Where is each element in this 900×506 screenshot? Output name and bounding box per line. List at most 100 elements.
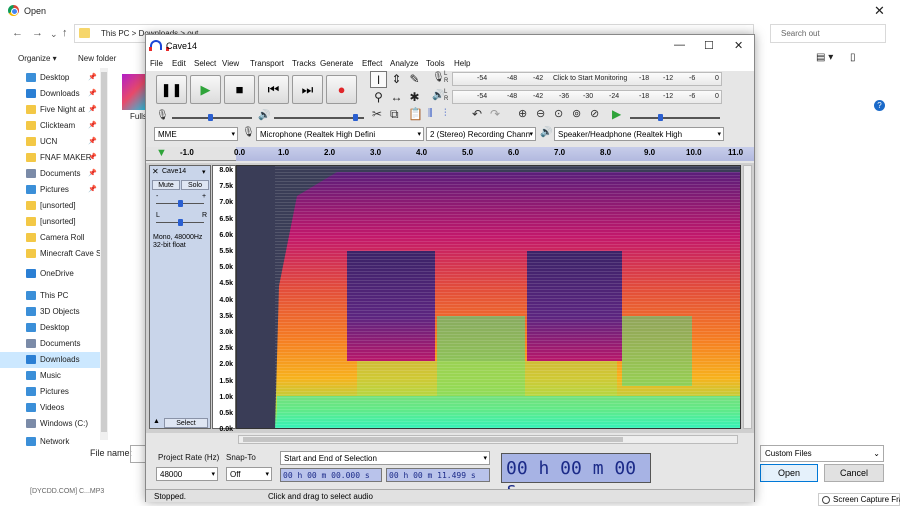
up-arrow-icon[interactable]: ↑	[62, 27, 68, 39]
nav-item[interactable]: Clickteam 📌	[0, 118, 100, 134]
menu-item[interactable]: Generate	[320, 59, 353, 68]
nav-item[interactable]: FNAF MAKER 📌	[0, 150, 100, 166]
redo-icon[interactable]: ↷	[490, 107, 500, 121]
menu-item[interactable]: File	[150, 59, 163, 68]
skip-start-button[interactable]: ⏮	[258, 75, 289, 104]
trim-icon[interactable]: ⫼	[428, 107, 433, 121]
nav-item[interactable]: Documents	[0, 336, 100, 352]
menu-item[interactable]: Tools	[426, 59, 445, 68]
selection-end-time[interactable]: 00 h 00 m 11.499 s	[386, 468, 490, 482]
nav-item[interactable]: 3D Objects	[0, 304, 100, 320]
nav-item[interactable]: [unsorted]	[0, 214, 100, 230]
nav-item[interactable]: Videos	[0, 400, 100, 416]
timeshift-tool[interactable]: ↔	[388, 89, 405, 106]
nav-item[interactable]: OneDrive	[0, 266, 100, 282]
cut-icon[interactable]: ✂	[372, 107, 382, 121]
play-button[interactable]: ▶	[190, 75, 221, 104]
mute-button[interactable]: Mute	[152, 180, 180, 190]
selection-tool[interactable]: I	[370, 71, 387, 88]
fit-project-icon[interactable]: ⊚	[572, 107, 581, 121]
zoom-out-icon[interactable]: ⊖	[536, 107, 545, 121]
selection-mode-select[interactable]: Start and End of Selection ▾	[280, 451, 490, 465]
paste-icon[interactable]: 📋	[408, 107, 423, 121]
pane-icon[interactable]: ▯	[850, 52, 856, 63]
selection-start-time[interactable]: 00 h 00 m 00.000 s	[280, 468, 382, 482]
menu-item[interactable]: Tracks	[292, 59, 316, 68]
nav-item[interactable]: Minecraft Cave S	[0, 246, 101, 262]
maximize-icon[interactable]: ☐	[704, 39, 714, 52]
horizontal-scrollbar[interactable]	[238, 435, 738, 444]
draw-tool[interactable]: ✎	[406, 71, 423, 88]
nav-item[interactable]: UCN 📌	[0, 134, 100, 150]
gain-knob[interactable]	[178, 200, 183, 207]
menu-item[interactable]: Effect	[362, 59, 382, 68]
nav-item[interactable]: Network	[0, 434, 100, 450]
nav-item[interactable]: Music	[0, 368, 100, 384]
file-thumbnail[interactable]	[122, 74, 146, 110]
close-icon[interactable]: ✕	[874, 3, 885, 19]
nav-item[interactable]: Five Night at 📌	[0, 102, 100, 118]
zoom-in-icon[interactable]: ⊕	[518, 107, 527, 121]
taskbar-item[interactable]: [DYCDD.COM] C...MP3	[0, 486, 140, 506]
select-button[interactable]: Select	[164, 418, 208, 428]
input-device-select[interactable]: Microphone (Realtek High Defini ▾	[256, 127, 424, 141]
copy-icon[interactable]: ⧉	[390, 107, 399, 121]
fit-selection-icon[interactable]: ⊙	[554, 107, 563, 121]
vertical-scrollbar[interactable]	[743, 165, 752, 429]
nav-item[interactable]: Desktop 📌	[0, 70, 100, 86]
menu-item[interactable]: Transport	[250, 59, 284, 68]
new-folder-button[interactable]: New folder	[78, 54, 116, 63]
screen-capture-taskbar[interactable]: Screen Capture Fra	[818, 493, 900, 506]
menu-item[interactable]: Edit	[172, 59, 186, 68]
start-monitoring-label[interactable]: Click to Start Monitoring	[553, 75, 627, 82]
multi-tool[interactable]: ✱	[406, 89, 423, 106]
skip-end-button[interactable]: ⏭	[292, 75, 323, 104]
nav-item[interactable]: Desktop	[0, 320, 100, 336]
open-button[interactable]: Open	[760, 464, 818, 482]
pan-knob[interactable]	[178, 219, 183, 226]
minimize-icon[interactable]: —	[674, 39, 685, 51]
close-icon[interactable]: ✕	[734, 39, 743, 52]
menu-item[interactable]: Select	[194, 59, 216, 68]
zoom-tool[interactable]: ⚲	[370, 89, 387, 106]
menu-item[interactable]: View	[222, 59, 239, 68]
audio-position-display[interactable]: 00 h 00 m 00 s	[501, 453, 651, 500]
playback-volume-knob[interactable]	[353, 114, 358, 121]
nav-item[interactable]: This PC	[0, 288, 100, 304]
nav-item[interactable]: [unsorted]	[0, 198, 100, 214]
recording-volume-knob[interactable]	[208, 114, 213, 121]
project-rate-select[interactable]: 48000 ▾	[156, 467, 218, 481]
nav-item[interactable]: Downloads	[0, 352, 100, 368]
snap-to-select[interactable]: Off ▾	[226, 467, 272, 481]
play-speed-knob[interactable]	[658, 114, 663, 121]
host-select[interactable]: MME ▾	[154, 127, 238, 141]
close-track-icon[interactable]: ✕	[152, 167, 159, 176]
collapse-icon[interactable]: ▲	[153, 418, 160, 425]
play-speed-slider[interactable]	[630, 117, 720, 119]
menu-item[interactable]: Analyze	[390, 59, 418, 68]
undo-icon[interactable]: ↶	[472, 107, 482, 121]
channels-select[interactable]: 2 (Stereo) Recording Chann ▾	[426, 127, 536, 141]
speaker-icon[interactable]: 🔊	[432, 89, 444, 103]
nav-scrollbar[interactable]	[100, 68, 108, 440]
record-meter[interactable]: -54 -48 -42 Click to Start Monitoring -1…	[452, 72, 722, 86]
forward-arrow-icon[interactable]: →	[32, 27, 43, 39]
spectrogram[interactable]	[236, 165, 741, 429]
nav-item[interactable]: Pictures	[0, 384, 100, 400]
nav-item[interactable]: Windows (C:)	[0, 416, 100, 432]
stop-button[interactable]: ■	[224, 75, 255, 104]
chevron-down-icon[interactable]: ▾	[202, 168, 206, 176]
zoom-toggle-icon[interactable]: ⊘	[590, 107, 599, 121]
envelope-tool[interactable]: ⇕	[388, 71, 405, 88]
frequency-scale[interactable]: 8.0k 7.5k 7.0k 6.5k 6.0k 5.5k 5.0k 4.5k 4.0k 3.5k…	[212, 165, 236, 433]
nav-item[interactable]: Pictures 📌	[0, 182, 100, 198]
play-at-speed-icon[interactable]: ▶	[612, 107, 621, 121]
playback-volume-slider[interactable]	[274, 117, 364, 119]
nav-item[interactable]: Camera Roll	[0, 230, 100, 246]
silence-icon[interactable]: ⫶	[444, 107, 447, 121]
help-icon[interactable]: ?	[874, 100, 885, 111]
solo-button[interactable]: Solo	[181, 180, 209, 190]
back-arrow-icon[interactable]: ←	[12, 27, 23, 39]
output-device-select[interactable]: Speaker/Headphone (Realtek High ▾	[554, 127, 724, 141]
menu-item[interactable]: Help	[454, 59, 470, 68]
